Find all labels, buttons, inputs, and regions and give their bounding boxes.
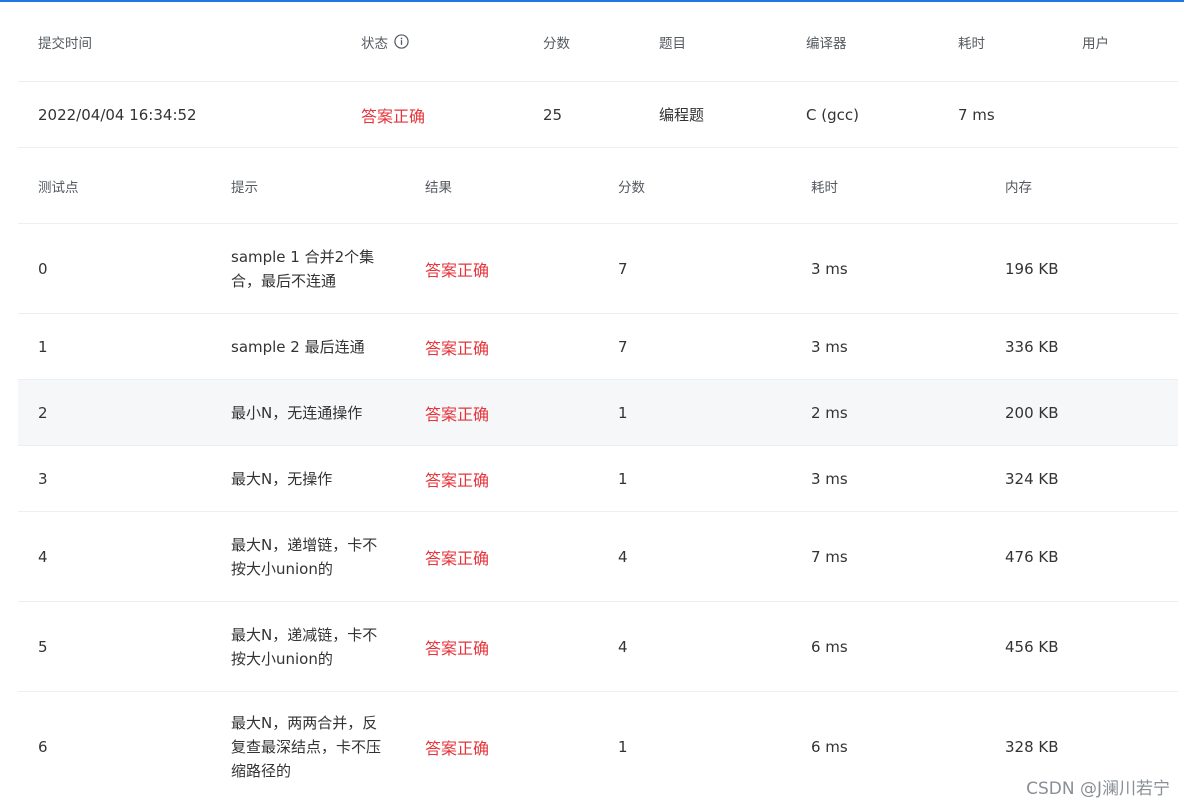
submission-detail: 提交时间 状态 分数 题目 编译器 耗时 用户 2022/04/04 16:34… (18, 2, 1178, 802)
header-hint: 提示 (231, 179, 258, 196)
test-id: 5 (38, 637, 48, 656)
header-duration: 耗时 (958, 35, 985, 52)
test-score: 7 (618, 259, 628, 278)
test-hint: sample 2 最后连通 (231, 337, 365, 356)
test-duration: 2 ms (811, 403, 848, 422)
test-hint: 最大N，递增链，卡不按大小union的 (231, 535, 378, 578)
test-result: 答案正确 (425, 404, 490, 424)
header-user: 用户 (1082, 35, 1109, 52)
test-id: 6 (38, 738, 48, 756)
header-submit-time: 提交时间 (38, 35, 92, 52)
header-test-score: 分数 (618, 179, 645, 196)
submission-header-row: 提交时间 状态 分数 题目 编译器 耗时 用户 (18, 2, 1178, 82)
test-memory: 196 KB (1005, 259, 1059, 278)
header-score: 分数 (543, 35, 570, 52)
test-memory: 336 KB (1005, 337, 1059, 356)
test-row: 3 最大N，无操作 答案正确 1 3 ms 324 KB (18, 446, 1178, 512)
test-score: 1 (618, 403, 628, 422)
test-id: 3 (38, 469, 48, 488)
test-score: 4 (618, 547, 628, 566)
test-duration: 3 ms (811, 337, 848, 356)
test-row: 0 sample 1 合并2个集合，最后不连通 答案正确 7 3 ms 196 … (18, 224, 1178, 314)
submission-problem[interactable]: 编程题 (659, 82, 704, 147)
tests-header-row: 测试点 提示 结果 分数 耗时 内存 (18, 148, 1178, 224)
test-row: 5 最大N，递减链，卡不按大小union的 答案正确 4 6 ms 456 KB (18, 602, 1178, 692)
submission-score: 25 (543, 105, 563, 124)
header-problem: 题目 (659, 35, 686, 52)
info-icon[interactable] (394, 34, 409, 49)
test-score: 4 (618, 637, 628, 656)
test-duration: 7 ms (811, 547, 848, 566)
submission-time: 2022/04/04 16:34:52 (38, 105, 197, 124)
test-row: 6 最大N，两两合并，反复查最深结点，卡不压缩路径的 答案正确 1 6 ms 3… (18, 692, 1178, 802)
test-duration: 3 ms (811, 259, 848, 278)
test-score: 1 (618, 469, 628, 488)
test-hint: 最大N，无操作 (231, 469, 333, 488)
test-result: 答案正确 (425, 470, 490, 490)
submission-compiler: C (gcc) (806, 105, 859, 124)
header-compiler: 编译器 (806, 35, 847, 52)
test-row: 1 sample 2 最后连通 答案正确 7 3 ms 336 KB (18, 314, 1178, 380)
test-score: 1 (618, 738, 628, 756)
test-result: 答案正确 (425, 260, 490, 280)
test-id: 1 (38, 337, 48, 356)
header-memory: 内存 (1005, 179, 1032, 196)
header-status: 状态 (361, 2, 409, 81)
test-id: 4 (38, 547, 48, 566)
watermark: CSDN @J澜川若宁 (1026, 779, 1170, 799)
test-duration: 6 ms (811, 637, 848, 656)
header-test-id: 测试点 (38, 179, 79, 196)
test-hint: sample 1 合并2个集合，最后不连通 (231, 247, 375, 290)
header-test-duration: 耗时 (811, 179, 838, 196)
header-status-label: 状态 (361, 35, 388, 52)
test-memory: 324 KB (1005, 469, 1059, 488)
test-memory: 476 KB (1005, 547, 1059, 566)
test-row: 4 最大N，递增链，卡不按大小union的 答案正确 4 7 ms 476 KB (18, 512, 1178, 602)
test-hint: 最大N，两两合并，反复查最深结点，卡不压缩路径的 (231, 714, 382, 780)
test-memory: 200 KB (1005, 403, 1059, 422)
test-row: 2 最小N，无连通操作 答案正确 1 2 ms 200 KB (18, 380, 1178, 446)
test-result: 答案正确 (425, 548, 490, 568)
test-id: 2 (38, 403, 48, 422)
test-duration: 6 ms (811, 738, 848, 756)
test-duration: 3 ms (811, 469, 848, 488)
test-score: 7 (618, 337, 628, 356)
test-id: 0 (38, 259, 48, 278)
test-hint: 最小N，无连通操作 (231, 403, 363, 422)
header-result: 结果 (425, 179, 452, 196)
test-memory: 456 KB (1005, 637, 1059, 656)
submission-row: 2022/04/04 16:34:52 答案正确 25 编程题 C (gcc) … (18, 82, 1178, 148)
submission-status[interactable]: 答案正确 (361, 82, 425, 147)
submission-duration: 7 ms (958, 105, 995, 124)
test-hint: 最大N，递减链，卡不按大小union的 (231, 625, 378, 668)
test-result: 答案正确 (425, 638, 490, 658)
test-result: 答案正确 (425, 739, 490, 758)
test-result: 答案正确 (425, 338, 490, 358)
